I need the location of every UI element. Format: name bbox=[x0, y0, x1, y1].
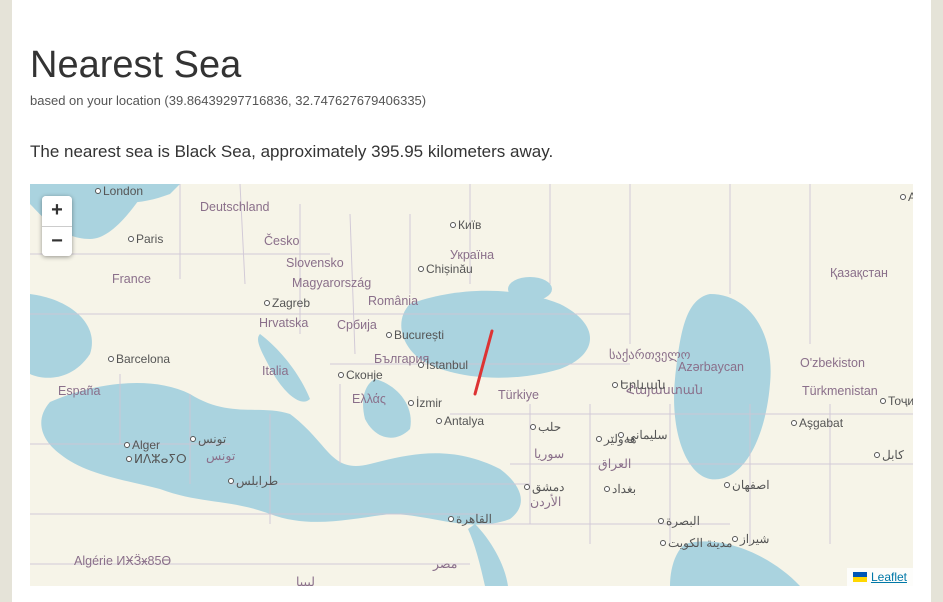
page-card: Nearest Sea based on your location (39.8… bbox=[12, 0, 931, 602]
zoom-out-button[interactable]: − bbox=[42, 226, 72, 256]
map[interactable]: + − Leaflet DeutschlandČeskoSlovenskoMag… bbox=[30, 184, 913, 586]
map-tiles bbox=[30, 184, 913, 586]
nearest-sea-result: The nearest sea is Black Sea, approximat… bbox=[30, 142, 913, 162]
attribution-text: Leaflet bbox=[871, 570, 907, 584]
attribution-link[interactable]: Leaflet bbox=[847, 568, 913, 586]
zoom-control: + − bbox=[42, 196, 72, 256]
page-subtitle: based on your location (39.8643929771683… bbox=[30, 93, 913, 108]
page-title: Nearest Sea bbox=[30, 44, 913, 87]
zoom-in-button[interactable]: + bbox=[42, 196, 72, 226]
ukraine-flag-icon bbox=[853, 572, 867, 582]
